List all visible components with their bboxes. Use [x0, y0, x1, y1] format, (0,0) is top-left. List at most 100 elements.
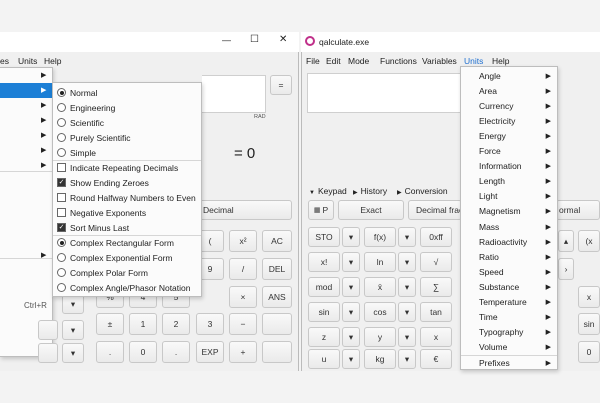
mode-menu-item[interactable]: Scientific [53, 115, 201, 130]
function-key[interactable]: y [364, 327, 396, 347]
maximize-button[interactable]: ☐ [250, 34, 259, 45]
dropdown-button[interactable]: ▾ [62, 343, 84, 363]
tab-keypad[interactable]: ▼ Keypad [309, 186, 347, 196]
units-menu-item[interactable]: Electricity ▶ [461, 113, 557, 128]
key-minus[interactable]: − [229, 313, 257, 335]
chevron-down-icon[interactable]: ▾ [398, 252, 416, 272]
units-menu-item[interactable]: Time ▶ [461, 310, 557, 325]
key-2[interactable]: 2 [162, 313, 190, 335]
function-key[interactable]: € [420, 349, 452, 369]
function-key[interactable]: ln [364, 252, 396, 272]
tab-history[interactable]: ▶ History [353, 186, 387, 196]
menu-mode[interactable]: Mode [348, 56, 369, 66]
dropdown-button[interactable]: ▾ [62, 320, 84, 340]
function-key[interactable]: mod [308, 277, 340, 297]
key-0[interactable]: 0 [129, 341, 157, 363]
equals-button[interactable]: = [270, 75, 292, 95]
dropdown-button[interactable] [38, 320, 58, 340]
units-menu-item[interactable]: Substance ▶ [461, 279, 557, 294]
units-menu-item[interactable]: Area ▶ [461, 83, 557, 98]
key-plus[interactable]: + [229, 341, 257, 363]
key-edge[interactable]: 0 [578, 341, 600, 363]
key-edge[interactable]: (x [578, 230, 600, 252]
units-menu-item[interactable]: Magnetism ▶ [461, 204, 557, 219]
key-dot[interactable]: . [96, 341, 124, 363]
key-edge-arrow[interactable]: ▴ [558, 230, 574, 252]
dropdown-button[interactable]: ▾ [62, 294, 84, 314]
function-key[interactable]: u [308, 349, 340, 369]
chevron-down-icon[interactable]: ▾ [342, 277, 360, 297]
minimize-button[interactable]: — [222, 35, 231, 45]
function-key[interactable]: 0xff [420, 227, 452, 247]
mode-menu-item[interactable]: Purely Scientific [53, 130, 201, 145]
key-ans[interactable]: ANS [262, 286, 292, 308]
key-decimal[interactable]: . [162, 341, 190, 363]
function-key[interactable]: x [420, 327, 452, 347]
chevron-down-icon[interactable]: ▾ [398, 302, 416, 322]
chevron-down-icon[interactable]: ▾ [342, 349, 360, 369]
units-menu-item[interactable]: Volume ▶ [461, 340, 557, 355]
function-key[interactable]: kg [364, 349, 396, 369]
chevron-down-icon[interactable]: ▾ [342, 227, 360, 247]
key-square[interactable]: x² [229, 230, 257, 252]
mode-menu-item[interactable]: Complex Polar Form [53, 265, 201, 280]
key-ac[interactable]: AC [262, 230, 292, 252]
key-del[interactable]: DEL [262, 258, 292, 280]
right-expression-input[interactable] [307, 73, 461, 113]
function-key[interactable]: tan [420, 302, 452, 322]
menu-units[interactable]: Units [18, 56, 37, 66]
menu-file[interactable]: File [306, 56, 320, 66]
chevron-down-icon[interactable]: ▾ [342, 252, 360, 272]
mode-menu-item[interactable]: Simple [53, 145, 201, 160]
normal-dropdown[interactable]: ormal [556, 200, 600, 220]
dropdown-button[interactable] [38, 343, 58, 363]
chevron-down-icon[interactable]: ▾ [398, 277, 416, 297]
units-menu-item[interactable]: Mass ▶ [461, 219, 557, 234]
chevron-down-icon[interactable]: ▾ [398, 327, 416, 347]
units-menu-item[interactable]: Light ▶ [461, 189, 557, 204]
function-key[interactable]: z [308, 327, 340, 347]
function-key[interactable]: sin [308, 302, 340, 322]
chevron-down-icon[interactable]: ▾ [398, 227, 416, 247]
mode-menu-item[interactable]: Complex Rectangular Form [53, 235, 201, 250]
decimal-dropdown[interactable]: Decimal [190, 200, 292, 220]
chevron-down-icon[interactable]: ▾ [342, 302, 360, 322]
units-menu-item[interactable]: Currency ▶ [461, 98, 557, 113]
mode-menu-item[interactable]: Round Halfway Numbers to Even [53, 190, 201, 205]
close-button[interactable]: ✕ [279, 34, 287, 45]
key-edge[interactable]: sin [578, 313, 600, 335]
menu-variables[interactable]: Variables [422, 56, 457, 66]
units-menu-item[interactable]: Length ▶ [461, 174, 557, 189]
units-menu-item[interactable]: Angle ▶ [461, 68, 557, 83]
function-key[interactable]: √ [420, 252, 452, 272]
function-key[interactable]: f(x) [364, 227, 396, 247]
menu-help[interactable]: Help [44, 56, 61, 66]
key-multiply[interactable]: × [229, 286, 257, 308]
key-1[interactable]: 1 [129, 313, 157, 335]
mode-menu-item[interactable]: Indicate Repeating Decimals [53, 160, 201, 175]
mode-menu-item[interactable]: Normal [53, 85, 201, 100]
menu-functions[interactable]: Functions [380, 56, 417, 66]
chevron-down-icon[interactable]: ▾ [398, 349, 416, 369]
chevron-down-icon[interactable]: ▾ [342, 327, 360, 347]
units-menu-item[interactable]: Information ▶ [461, 159, 557, 174]
units-menu-item[interactable]: Typography ▶ [461, 325, 557, 340]
units-menu-item[interactable]: Force ▶ [461, 144, 557, 159]
menu-es[interactable]: es [0, 56, 9, 66]
mode-menu-item[interactable]: Negative Exponents [53, 205, 201, 220]
key-exp[interactable]: EXP [196, 341, 224, 363]
key-blank[interactable] [262, 341, 292, 363]
key-divide[interactable]: / [229, 258, 257, 280]
menu-edit[interactable]: Edit [326, 56, 341, 66]
mode-menu-item[interactable]: Engineering [53, 100, 201, 115]
units-menu-item[interactable]: Ratio ▶ [461, 249, 557, 264]
expression-input[interactable] [202, 75, 266, 113]
menu-help[interactable]: Help [492, 56, 509, 66]
keypad-p-button[interactable]: ▦ P [308, 200, 334, 220]
key-edge-arrow[interactable]: › [558, 258, 574, 280]
mode-menu-item[interactable]: ✓ Show Ending Zeroes [53, 175, 201, 190]
mode-menu-item[interactable]: ✓ Sort Minus Last [53, 220, 201, 235]
units-menu-item[interactable]: Prefixes ▶ [461, 356, 557, 371]
key-edge[interactable]: x [578, 286, 600, 308]
units-menu-item[interactable]: Temperature ▶ [461, 295, 557, 310]
